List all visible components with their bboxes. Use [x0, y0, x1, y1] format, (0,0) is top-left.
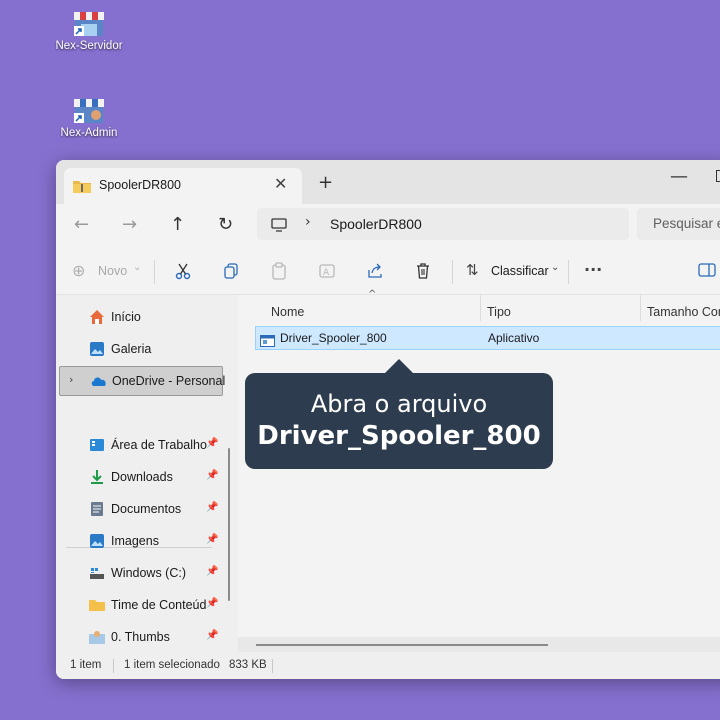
drive-icon	[89, 565, 105, 581]
sort-caret-icon: ^	[368, 289, 377, 300]
chevron-right-icon[interactable]: ›	[305, 214, 311, 230]
pin-icon[interactable]: 📌	[206, 438, 218, 449]
store-icon	[72, 8, 106, 38]
share-icon[interactable]	[366, 262, 384, 284]
pin-icon[interactable]: 📌	[206, 470, 218, 481]
column-header-size[interactable]: Tamanho Con	[647, 305, 720, 319]
refresh-icon[interactable]: ↻	[218, 214, 233, 235]
sidebar-item-galeria[interactable]: Galeria	[56, 335, 226, 363]
navigation-bar: ← → ↑ ↻ › SpoolerDR800 Pesquisar e	[56, 204, 720, 250]
sort-button[interactable]: Classificar	[491, 264, 549, 278]
up-arrow-icon[interactable]: ↑	[170, 214, 185, 235]
tooltip-line-2: Driver_Spooler_800	[257, 421, 541, 451]
toolbar-separator	[452, 260, 453, 284]
toolbar-separator	[568, 260, 569, 284]
sidebar-item-area-de-trabalho[interactable]: Área de Trabalho 📌	[56, 431, 226, 459]
sidebar-item-downloads[interactable]: Downloads 📌	[56, 463, 226, 491]
maximize-icon[interactable]	[716, 170, 720, 182]
status-separator	[113, 659, 114, 673]
address-path[interactable]: SpoolerDR800	[330, 216, 422, 232]
command-bar: ⊕ Novo ⌄ A ⇅ Classificar ⌄ ···	[56, 250, 720, 295]
user-folder-icon	[89, 629, 105, 645]
pin-icon[interactable]: 📌	[206, 598, 218, 609]
back-arrow-icon[interactable]: ←	[74, 214, 89, 235]
instruction-tooltip: Abra o arquivo Driver_Spooler_800	[245, 359, 553, 469]
toolbar-separator	[154, 260, 155, 284]
desktop-icon-nex-admin[interactable]: Nex-Admin	[49, 95, 129, 139]
status-separator	[272, 659, 273, 673]
delete-icon[interactable]	[414, 262, 432, 284]
minimize-icon[interactable]: —	[670, 166, 688, 187]
column-separator[interactable]	[640, 295, 641, 321]
address-bar[interactable]: › SpoolerDR800	[257, 208, 629, 240]
cut-icon[interactable]	[174, 262, 192, 284]
sidebar-item-documentos[interactable]: Documentos 📌	[56, 495, 226, 523]
document-icon	[89, 501, 105, 517]
column-header-type[interactable]: Tipo	[487, 305, 511, 319]
file-type: Aplicativo	[488, 331, 540, 345]
application-icon	[260, 332, 275, 351]
selected-count: 1 item selecionado	[124, 659, 220, 671]
gallery-icon	[89, 341, 105, 357]
store-admin-icon	[72, 95, 106, 125]
folder-icon	[89, 597, 105, 613]
new-button[interactable]: Novo	[98, 264, 127, 278]
paste-icon[interactable]	[270, 262, 288, 284]
file-list: ^ Nome Tipo Tamanho Con Driver_Spooler_8…	[238, 289, 720, 653]
selected-size: 833 KB	[229, 659, 267, 671]
monitor-icon	[271, 217, 287, 236]
home-icon	[89, 309, 105, 325]
details-pane-icon[interactable]	[698, 262, 716, 282]
sidebar-item-imagens[interactable]: Imagens 📌	[56, 527, 226, 555]
chevron-down-icon[interactable]: ⌄	[133, 262, 141, 273]
new-tab-icon[interactable]: +	[318, 172, 333, 193]
cloud-icon	[90, 373, 106, 389]
pictures-icon	[89, 533, 105, 549]
table-row[interactable]: Driver_Spooler_800 Aplicativo	[255, 326, 720, 350]
search-placeholder: Pesquisar e	[653, 216, 720, 231]
sidebar-item-thumbs[interactable]: 0. Thumbs 📌	[56, 623, 226, 651]
pin-icon[interactable]: 📌	[206, 502, 218, 513]
tab-title: SpoolerDR800	[99, 178, 181, 192]
sidebar-item-inicio[interactable]: Início	[56, 303, 226, 331]
sidebar-item-time-de-conteudo[interactable]: Time de Conteúd 📌	[56, 591, 226, 619]
folder-zip-icon	[73, 178, 91, 197]
status-bar: 1 item 1 item selecionado 833 KB	[56, 652, 720, 679]
column-separator[interactable]	[480, 295, 481, 321]
tooltip-line-1: Abra o arquivo	[310, 390, 488, 418]
horizontal-scrollbar[interactable]	[256, 644, 548, 646]
svg-text:A: A	[323, 268, 330, 278]
tab-close-icon[interactable]: ✕	[274, 174, 287, 193]
sidebar-item-windows-c[interactable]: Windows (C:) 📌	[56, 559, 226, 587]
more-options-icon[interactable]: ···	[584, 260, 602, 279]
pin-icon[interactable]: 📌	[206, 566, 218, 577]
sort-icon[interactable]: ⇅	[466, 261, 479, 279]
navigation-pane: Início Galeria › OneDrive - Personal Áre…	[56, 295, 230, 652]
chevron-down-icon[interactable]: ⌄	[551, 262, 559, 273]
file-name[interactable]: Driver_Spooler_800	[280, 331, 387, 345]
chevron-right-icon[interactable]: ›	[69, 373, 73, 386]
desktop-icon-label: Nex-Servidor	[55, 40, 123, 52]
forward-arrow-icon[interactable]: →	[122, 214, 137, 235]
copy-icon[interactable]	[222, 262, 240, 284]
title-bar: SpoolerDR800 ✕ + —	[56, 160, 720, 204]
desktop-icon	[89, 437, 105, 453]
sidebar-scrollbar[interactable]	[228, 448, 230, 601]
desktop-icon-label: Nex-Admin	[60, 127, 118, 139]
pin-icon[interactable]: 📌	[206, 630, 218, 641]
column-header-name[interactable]: Nome	[271, 305, 304, 319]
download-icon	[89, 469, 105, 485]
search-input[interactable]: Pesquisar e	[637, 208, 720, 240]
new-plus-icon[interactable]: ⊕	[72, 261, 85, 280]
desktop-icon-nex-servidor[interactable]: Nex-Servidor	[49, 8, 129, 52]
rename-icon[interactable]: A	[318, 262, 336, 284]
tab-spoolerdr800[interactable]: SpoolerDR800 ✕	[64, 168, 302, 204]
item-count: 1 item	[70, 659, 102, 671]
sidebar-item-onedrive[interactable]: › OneDrive - Personal	[59, 366, 225, 396]
pin-icon[interactable]: 📌	[206, 534, 218, 545]
